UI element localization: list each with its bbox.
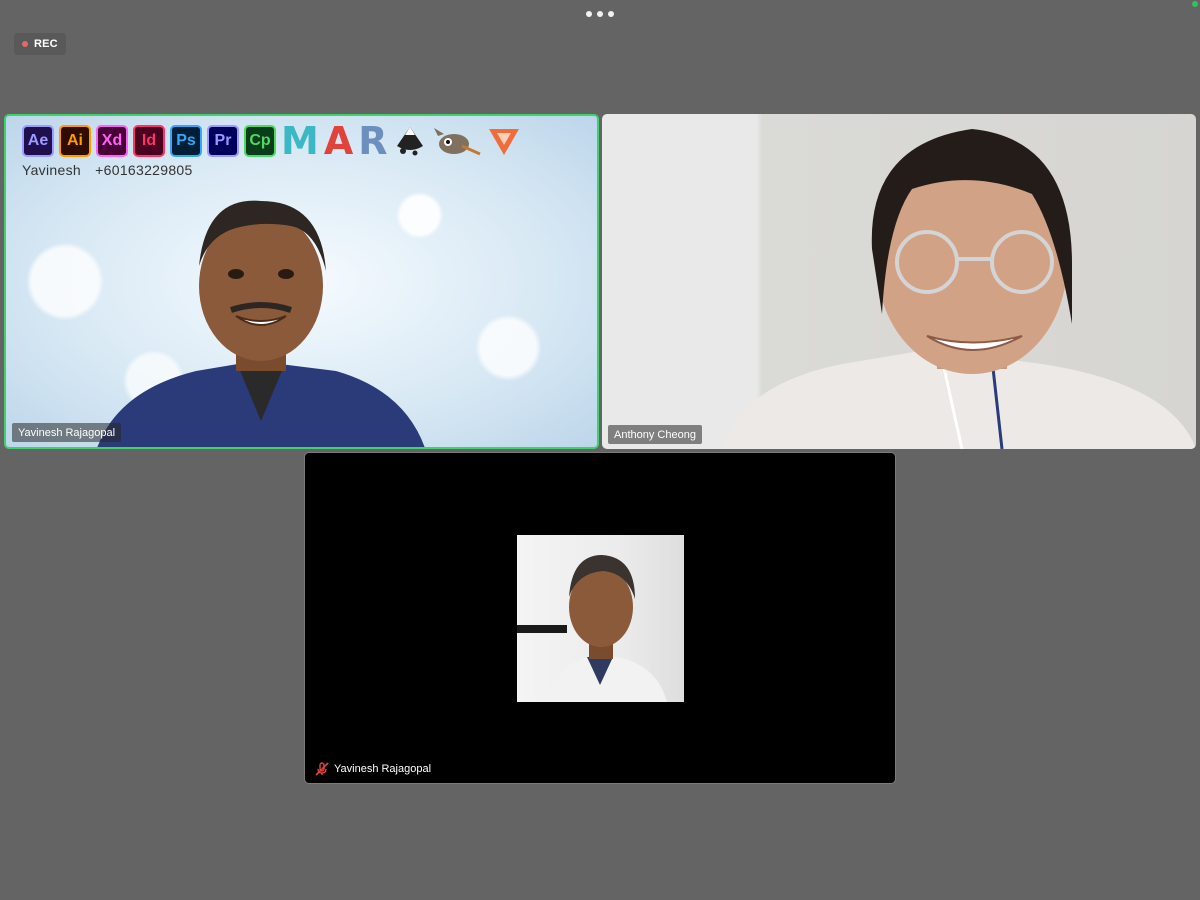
after-effects-icon: Ae (22, 125, 54, 157)
revit-logo-icon: R (358, 119, 388, 163)
profile-avatar (517, 535, 684, 702)
video-tile-yavinesh-camera-off[interactable]: Yavinesh Rajagopal (304, 452, 896, 784)
participant-name-label: Yavinesh Rajagopal (309, 759, 437, 778)
participant-name-label: Anthony Cheong (608, 425, 702, 444)
affinity-icon (488, 129, 519, 155)
participant-name-label: Yavinesh Rajagopal (12, 423, 122, 442)
autodesk-a-logo-icon: A (323, 119, 354, 163)
photoshop-icon: Ps (170, 125, 202, 157)
participant-name: Yavinesh Rajagopal (334, 762, 432, 775)
captivate-icon: Cp (244, 125, 276, 157)
recording-label: REC (34, 38, 58, 50)
banner-contact-name: Yavinesh (22, 162, 81, 178)
participant-name: Anthony Cheong (614, 428, 696, 441)
participant-video-yavinesh (97, 200, 425, 447)
illustrator-icon: Ai (59, 125, 91, 157)
video-tile-anthony[interactable]: Anthony Cheong (602, 114, 1196, 449)
xd-icon: Xd (96, 125, 128, 157)
indesign-icon: Id (133, 125, 165, 157)
video-tile-yavinesh[interactable]: Ae Ai Xd Id Ps Pr Cp M A R Yavinesh +601… (4, 114, 599, 449)
avatar-photo-image (517, 555, 667, 702)
inkscape-icon (396, 127, 423, 156)
more-options-icon[interactable] (586, 8, 614, 20)
camera-indicator-icon (1192, 1, 1198, 7)
banner-app-icons: Ae Ai Xd Id Ps Pr Cp M A R (22, 119, 521, 163)
gimp-icon (433, 128, 481, 156)
premiere-icon: Pr (207, 125, 239, 157)
record-dot-icon (22, 41, 28, 47)
recording-badge[interactable]: REC (14, 33, 66, 55)
participant-video-anthony (722, 129, 1196, 449)
maya-logo-icon: M (281, 119, 319, 163)
participant-name: Yavinesh Rajagopal (18, 426, 116, 439)
mic-off-icon (315, 761, 329, 776)
